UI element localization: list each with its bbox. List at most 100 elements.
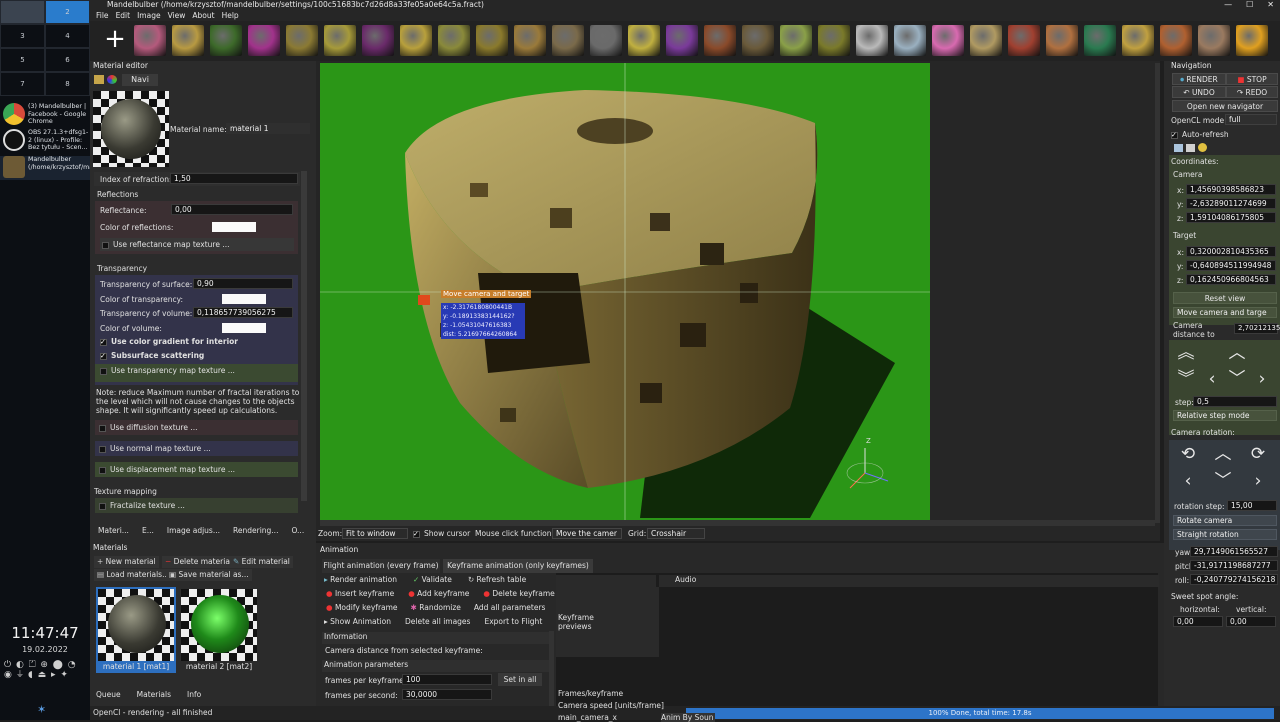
camera-icon[interactable]	[1186, 144, 1195, 152]
tab-keyframe-animation[interactable]: Keyframe animation (only keyframes)	[443, 559, 593, 573]
task-mandelbulber[interactable]: Mandelbulber (/home/krzysztof/mandelbulb…	[0, 156, 142, 180]
preset-thumbnail[interactable]	[172, 25, 204, 56]
transparency-color-swatch[interactable]	[222, 294, 266, 304]
horizontal-angle-input[interactable]: 0,00	[1173, 616, 1223, 627]
viewport-hscrollbar[interactable]	[320, 520, 1155, 526]
use-reflectance-map-checkbox[interactable]: Use reflectance map texture ...	[100, 238, 294, 251]
workspace-5[interactable]: 5	[0, 48, 45, 72]
preset-thumbnail[interactable]	[552, 25, 584, 56]
reset-view-button[interactable]: Reset view	[1173, 292, 1277, 304]
add-all-parameters-button[interactable]: Add all parameters	[474, 603, 546, 612]
anim-by-sound-cell[interactable]: Anim By Soun	[661, 713, 715, 722]
rotate-cw-icon[interactable]: ⟳	[1247, 443, 1269, 465]
workspace-4[interactable]: 4	[45, 24, 90, 48]
show-cursor-checkbox[interactable]: Show cursor	[413, 529, 470, 538]
preset-thumbnail[interactable]	[248, 25, 280, 56]
move-up-icon[interactable]: ︿	[1226, 342, 1248, 364]
new-material-button[interactable]: + New material	[94, 556, 159, 568]
move-right-icon[interactable]: ›	[1251, 368, 1273, 390]
material-item-1[interactable]: material 1 [mat1]	[96, 587, 176, 673]
add-preset-icon[interactable]: +	[102, 26, 128, 53]
show-animation-button[interactable]: ▸ Show Animation	[324, 617, 391, 626]
use-diffusion-checkbox[interactable]: Use diffusion texture ...	[95, 420, 298, 435]
rotate-ccw-icon[interactable]: ⟲	[1177, 443, 1199, 465]
camera-z-input[interactable]: 1,59104086175805	[1186, 212, 1276, 223]
reflectance-input[interactable]: 0,00	[171, 204, 293, 215]
preset-thumbnail[interactable]	[742, 25, 774, 56]
rotate-camera-dropdown[interactable]: Rotate camera	[1173, 515, 1277, 526]
move-forward-double-up-icon[interactable]: ︽	[1175, 342, 1197, 364]
material-item-2[interactable]: material 2 [mat2]	[179, 587, 259, 673]
target-z-input[interactable]: 0,162450966804563	[1186, 274, 1276, 285]
camera-y-input[interactable]: -2,63289011274699	[1186, 198, 1276, 209]
vertical-angle-input[interactable]: 0,00	[1226, 616, 1276, 627]
render-animation-button[interactable]: ▸ Render animation	[324, 575, 397, 584]
workspace-3[interactable]: 3	[0, 24, 45, 48]
zoom-dropdown[interactable]: Fit to window	[342, 528, 408, 539]
pitch-input[interactable]: -31,9171198687277	[1190, 560, 1278, 571]
menu-file[interactable]: File	[96, 10, 109, 21]
move-mode-dropdown[interactable]: Move camera and targe	[1173, 307, 1277, 318]
undo-button[interactable]: ↶ UNDO	[1172, 86, 1226, 98]
render-viewport[interactable]: Z Move camera and target x: -2.317618080…	[320, 63, 930, 520]
use-color-gradient-checkbox[interactable]: Use color gradient for interior	[100, 337, 238, 346]
camera-x-input[interactable]: 1,45690398586823	[1186, 184, 1276, 195]
preset-thumbnail[interactable]	[818, 25, 850, 56]
transparency-surface-input[interactable]: 0,90	[193, 278, 293, 289]
workspace-8[interactable]: 8	[45, 72, 90, 96]
tab-materials[interactable]: Materials	[137, 690, 171, 699]
tab-other[interactable]: O...	[291, 526, 304, 535]
system-tray[interactable]: ⏻ ◐ ⏍ ⊕ ⬤ ◔ ◉ ⏚ ◖ ⏏ ▸ ✦	[4, 660, 86, 680]
randomize-button[interactable]: ✱ Randomize	[411, 603, 461, 612]
stop-button[interactable]: ■ STOP	[1226, 73, 1278, 85]
preset-thumbnail[interactable]	[400, 25, 432, 56]
subsurface-scattering-checkbox[interactable]: Subsurface scattering	[100, 351, 204, 360]
delete-all-images-button[interactable]: Delete all images	[405, 617, 470, 626]
validate-button[interactable]: ✓ Validate	[413, 575, 452, 584]
palette-icon[interactable]	[94, 75, 104, 84]
preset-thumbnail[interactable]	[324, 25, 356, 56]
rotate-down-icon[interactable]: ﹀	[1212, 470, 1234, 492]
yaw-input[interactable]: 29,7149061565527	[1190, 546, 1278, 557]
workspace-7[interactable]: 7	[0, 72, 45, 96]
refresh-table-button[interactable]: ↻ Refresh table	[468, 575, 526, 584]
opencl-mode-dropdown[interactable]: full	[1225, 114, 1277, 125]
tab-navi[interactable]: Navi	[122, 74, 158, 86]
preset-thumbnail[interactable]	[362, 25, 394, 56]
menu-image[interactable]: Image	[137, 10, 161, 21]
minimize-icon[interactable]: —	[1224, 0, 1232, 10]
task-chrome[interactable]: (3) Mandelbulber | Facebook - Google Chr…	[0, 103, 90, 127]
set-in-all-button[interactable]: Set in all	[498, 673, 542, 686]
preset-thumbnail[interactable]	[970, 25, 1002, 56]
workspace-2[interactable]: 2	[45, 0, 90, 24]
render-button[interactable]: ⏺ RENDER	[1172, 73, 1226, 85]
reflection-color-swatch[interactable]	[212, 222, 256, 232]
tab-materials-editor[interactable]: Materi...	[98, 526, 129, 535]
preset-thumbnail[interactable]	[514, 25, 546, 56]
move-left-icon[interactable]: ‹	[1201, 368, 1223, 390]
menu-view[interactable]: View	[168, 10, 186, 21]
preset-thumbnail[interactable]	[856, 25, 888, 56]
task-obs[interactable]: OBS 27.1.3+dfsg1-2 (linux) - Profile: Be…	[0, 129, 90, 153]
start-menu-icon[interactable]: ✶	[37, 703, 46, 716]
target-x-input[interactable]: 0,320002810435365	[1186, 246, 1276, 257]
material-name-input[interactable]: material 1	[226, 123, 310, 134]
frames-per-keyframe-input[interactable]: 100	[402, 674, 492, 685]
open-new-navigator-button[interactable]: Open new navigator	[1172, 100, 1278, 112]
rotate-right-icon[interactable]: ›	[1247, 470, 1269, 492]
preset-thumbnail[interactable]	[1046, 25, 1078, 56]
move-backward-double-down-icon[interactable]: ︾	[1175, 368, 1197, 390]
auto-refresh-checkbox[interactable]: Auto-refresh	[1171, 130, 1229, 139]
rotation-step-input[interactable]: 15,00	[1227, 500, 1277, 511]
light-icon[interactable]	[1198, 143, 1207, 152]
preset-thumbnail[interactable]	[590, 25, 622, 56]
preset-thumbnail[interactable]	[932, 25, 964, 56]
close-icon[interactable]: ✕	[1267, 0, 1274, 10]
grid-dropdown[interactable]: Crosshair	[647, 528, 705, 539]
menu-edit[interactable]: Edit	[116, 10, 131, 21]
use-normal-map-checkbox[interactable]: Use normal map texture ...	[95, 441, 298, 456]
tab-image-adjustments[interactable]: Image adjus...	[167, 526, 220, 535]
maximize-icon[interactable]: ☐	[1246, 0, 1253, 10]
menu-help[interactable]: Help	[222, 10, 239, 21]
save-material-button[interactable]: ▣ Save material as...	[166, 569, 252, 581]
